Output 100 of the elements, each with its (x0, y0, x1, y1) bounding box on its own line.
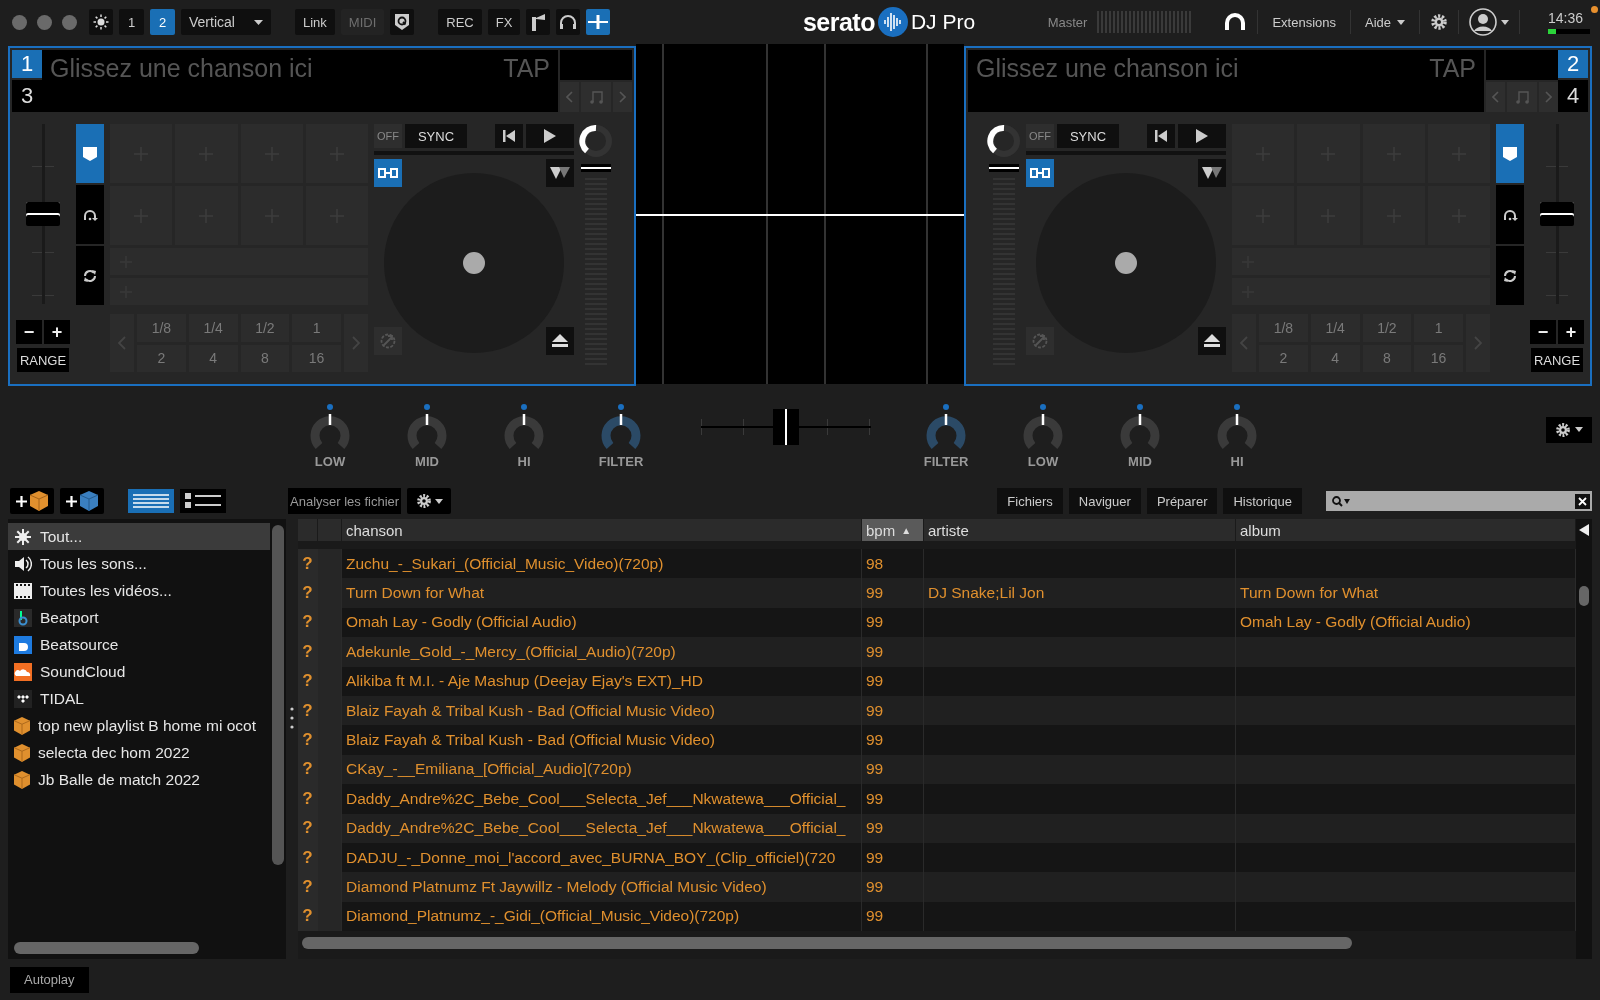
analyze-files-button[interactable]: Analyser les fichier (288, 488, 402, 514)
censor-button[interactable] (1026, 327, 1054, 355)
deck-switch-button[interactable]: 4 (1558, 80, 1588, 112)
sampler-button[interactable] (526, 9, 551, 35)
window-control-button[interactable] (62, 14, 77, 30)
key-button[interactable] (1506, 82, 1538, 112)
layout-dropdown[interactable]: Vertical (181, 9, 271, 35)
add-smart-crate-button[interactable] (60, 488, 104, 514)
add-crate-button[interactable] (10, 488, 54, 514)
extensions-menu[interactable]: Extensions (1268, 10, 1340, 34)
range-button[interactable]: RANGE (1531, 348, 1583, 372)
fx-button[interactable]: FX (487, 9, 521, 35)
roll-mode-button[interactable] (76, 185, 104, 244)
browser-tab[interactable]: Naviguer (1068, 488, 1141, 514)
quantize-button[interactable] (390, 9, 415, 35)
drop-hint: Glissez une chanson ici (50, 54, 313, 83)
play-button[interactable] (526, 124, 574, 148)
view-toggle[interactable] (180, 489, 226, 513)
deck-switch-button[interactable]: 3 (12, 80, 42, 112)
sidebar-item[interactable]: Beatport (8, 604, 270, 631)
cue-mode-button[interactable] (1496, 124, 1524, 183)
gain-knob[interactable] (987, 124, 1021, 158)
status-cell: ? (298, 695, 318, 726)
censor-button[interactable] (374, 327, 402, 355)
play-icon (1196, 129, 1208, 143)
platter-mode-button[interactable] (1198, 159, 1226, 187)
clear-icon[interactable] (1575, 493, 1590, 509)
roll-mode-button[interactable] (1496, 185, 1524, 244)
window-control-button[interactable] (37, 14, 52, 30)
window-control-button[interactable] (12, 14, 27, 30)
loop-mode-button[interactable] (1496, 246, 1524, 305)
eq-knob[interactable] (1021, 402, 1065, 451)
range-button[interactable]: RANGE (17, 348, 69, 372)
eject-button[interactable] (1198, 327, 1226, 355)
scrollbar-thumb[interactable] (1579, 586, 1589, 606)
sidebar-item[interactable]: top new playlist B home mi ocot (8, 712, 270, 739)
clock: 14:36 (1548, 10, 1584, 26)
previous-button[interactable] (495, 124, 523, 148)
sidebar-item[interactable]: Tout... (8, 523, 270, 550)
sidebar-item[interactable]: Jb Balle de match 2022 (8, 766, 270, 793)
eq-knob[interactable] (308, 402, 352, 451)
settings-icon[interactable] (1430, 13, 1448, 31)
deck-count-toggle[interactable]: 1 (119, 9, 144, 35)
crate-icon (14, 743, 30, 762)
slip-button[interactable] (374, 159, 402, 187)
slip-button[interactable] (1026, 159, 1054, 187)
range-plus-button[interactable]: + (44, 320, 70, 344)
eq-knob[interactable] (1215, 402, 1259, 451)
link-button[interactable]: Link (295, 9, 335, 35)
record-button[interactable]: REC (438, 9, 482, 35)
range-minus-button[interactable]: − (16, 320, 42, 344)
column-header[interactable]: bpm ▲ (862, 519, 924, 541)
mixer-settings-button[interactable] (1546, 416, 1592, 443)
sync-off-button[interactable]: OFF (1026, 124, 1054, 148)
gain-knob[interactable] (579, 124, 613, 158)
browser-tab[interactable]: Fichiers (997, 488, 1063, 514)
account-button[interactable] (1469, 8, 1509, 36)
deck-count-toggle[interactable]: 2 (150, 9, 175, 35)
cue-mode-button[interactable] (76, 124, 104, 183)
range-plus-button[interactable]: + (1558, 320, 1584, 344)
gain-fader-handle[interactable] (989, 164, 1019, 172)
sync-button[interactable]: SYNC (1057, 124, 1119, 148)
eq-knob[interactable] (405, 402, 449, 451)
eject-button[interactable] (546, 327, 574, 355)
crossfader-button[interactable] (586, 9, 611, 35)
play-button[interactable] (1178, 124, 1226, 148)
sidebar-item[interactable]: Toutes les vidéos... (8, 577, 270, 604)
autoplay-button[interactable]: Autoplay (10, 966, 89, 993)
eq-knob[interactable] (502, 402, 546, 451)
service-logo-icon (14, 608, 32, 627)
gain-fader-handle[interactable] (581, 164, 611, 172)
headphones-button[interactable] (556, 9, 581, 35)
knob-label: HI (1230, 453, 1244, 469)
analyze-settings-button[interactable] (407, 488, 452, 514)
sync-button[interactable]: SYNC (405, 124, 467, 148)
eq-knob[interactable] (599, 402, 643, 451)
loop-mode-button[interactable] (76, 246, 104, 305)
collapse-arrow-icon[interactable] (1579, 524, 1589, 536)
film-strip-icon (14, 582, 32, 599)
key-button[interactable] (580, 82, 612, 112)
help-menu[interactable]: Aide (1361, 10, 1409, 34)
view-toggle[interactable] (128, 489, 174, 513)
browser-tab[interactable]: Préparer (1146, 488, 1218, 514)
browser-tab[interactable]: Historique (1223, 488, 1302, 514)
sidebar-item[interactable]: TIDAL (8, 685, 270, 712)
sync-off-button[interactable]: OFF (374, 124, 402, 148)
eq-knob[interactable] (924, 402, 968, 451)
brightness-button[interactable] (89, 9, 113, 35)
platter-mode-button[interactable] (546, 159, 574, 187)
vertical-scrollbar[interactable] (1576, 519, 1592, 959)
sidebar-item[interactable]: SoundCloud (8, 658, 270, 685)
eq-knob[interactable] (1118, 402, 1162, 451)
grip-dots-icon[interactable] (290, 707, 294, 729)
search-field[interactable] (1326, 491, 1592, 511)
previous-button[interactable] (1147, 124, 1175, 148)
sidebar-item[interactable]: Tous les sons... (8, 550, 270, 577)
sidebar-item[interactable]: selecta dec hom 2022 (8, 739, 270, 766)
waveform-logo-icon (877, 7, 908, 37)
sidebar-item[interactable]: Beatsource (8, 631, 270, 658)
range-minus-button[interactable]: − (1530, 320, 1556, 344)
